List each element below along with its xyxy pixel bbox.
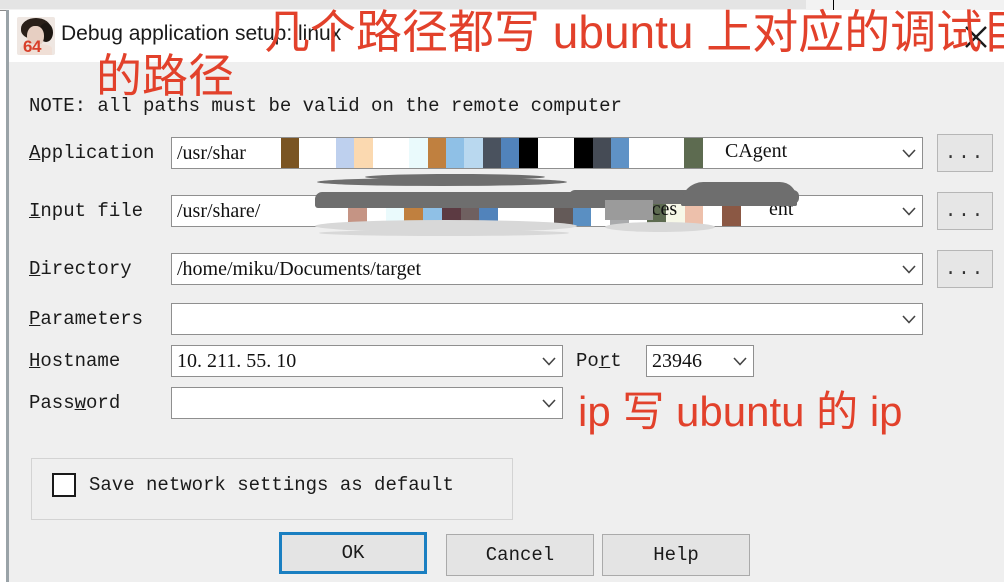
label-parameters: Parameters xyxy=(29,308,144,330)
dialog-titlebar: 64 Debug application setup: linux xyxy=(9,10,1004,62)
help-button[interactable]: Help xyxy=(602,534,750,576)
port-value: 23946 xyxy=(652,349,702,372)
ok-button[interactable]: OK xyxy=(279,532,427,574)
close-icon[interactable] xyxy=(954,17,998,57)
chevron-down-icon xyxy=(896,314,922,324)
save-network-settings-checkbox-row[interactable]: Save network settings as default xyxy=(52,473,454,497)
chevron-down-icon xyxy=(536,398,562,408)
note-text: NOTE: all paths must be valid on the rem… xyxy=(29,95,622,117)
chevron-down-icon xyxy=(536,356,562,366)
parameters-combobox[interactable] xyxy=(171,303,923,335)
save-network-settings-checkbox[interactable] xyxy=(52,473,76,497)
label-hostname: Hostname xyxy=(29,350,121,372)
directory-value: /home/miku/Documents/target xyxy=(177,257,422,280)
application-value-tail: CAgent xyxy=(725,140,788,162)
hostname-value: 10. 211. 55. 10 xyxy=(177,349,297,372)
chevron-down-icon xyxy=(727,356,753,366)
save-network-settings-label: Save network settings as default xyxy=(89,474,454,496)
label-application: Application xyxy=(29,142,155,164)
application-combobox[interactable]: /usr/shar xyxy=(171,137,923,169)
input-file-value-tail: ent xyxy=(769,198,794,220)
label-password: Password xyxy=(29,392,121,414)
directory-combobox[interactable]: /home/miku/Documents/target xyxy=(171,253,923,285)
chevron-down-icon xyxy=(896,206,922,216)
cancel-button[interactable]: Cancel xyxy=(446,534,594,576)
application-value: /usr/shar xyxy=(177,141,246,164)
chevron-down-icon xyxy=(896,148,922,158)
user-avatar: 64 xyxy=(17,17,55,55)
smudge-stroke-1 xyxy=(317,178,567,186)
input-file-value-mid: rces xyxy=(645,198,678,220)
label-input-file: Input file xyxy=(29,200,144,222)
label-directory: Directory xyxy=(29,258,132,280)
port-combobox[interactable]: 23946 xyxy=(646,345,754,377)
avatar-badge: 64 xyxy=(23,37,41,55)
input-file-browse-button[interactable]: ... xyxy=(937,192,993,230)
dialog-body: NOTE: all paths must be valid on the rem… xyxy=(9,62,1004,582)
desktop-strip-left xyxy=(0,0,806,9)
desktop-divider xyxy=(833,0,834,10)
network-settings-group: Save network settings as default xyxy=(31,458,513,520)
password-combobox[interactable] xyxy=(171,387,563,419)
debug-application-setup-dialog: 64 Debug application setup: linux NOTE: … xyxy=(6,10,1004,582)
smudge-stroke-2 xyxy=(365,174,545,180)
input-file-combobox[interactable]: /usr/share/ xyxy=(171,195,923,227)
smudge-stroke-9 xyxy=(319,230,569,236)
label-port: Port xyxy=(576,350,622,372)
hostname-combobox[interactable]: 10. 211. 55. 10 xyxy=(171,345,563,377)
application-browse-button[interactable]: ... xyxy=(937,134,993,172)
page-title: Debug application setup: linux xyxy=(61,22,342,45)
screenshot-root: 64 Debug application setup: linux NOTE: … xyxy=(0,0,1004,582)
directory-browse-button[interactable]: ... xyxy=(937,250,993,288)
chevron-down-icon xyxy=(896,264,922,274)
